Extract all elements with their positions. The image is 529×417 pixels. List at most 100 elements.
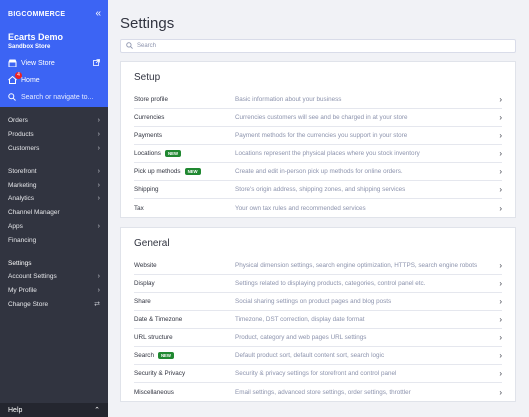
settings-row-url-structure[interactable]: URL structure Product, category and web p… bbox=[134, 329, 502, 347]
collapse-sidebar-icon[interactable]: « bbox=[95, 8, 101, 19]
sidebar-item-account-settings[interactable]: Account Settings › bbox=[8, 270, 100, 284]
row-description: Security & privacy settings for storefro… bbox=[235, 370, 397, 377]
sidebar-item-label: Customers bbox=[8, 144, 40, 152]
chevron-right-icon: › bbox=[97, 195, 100, 203]
settings-row-currencies[interactable]: Currencies Currencies customers will see … bbox=[134, 109, 502, 127]
sidebar-item-channel-manager[interactable]: Channel Manager bbox=[8, 206, 100, 220]
chevron-right-icon: › bbox=[97, 131, 100, 139]
sidebar-item-label: Settings bbox=[8, 259, 32, 267]
sidebar-nav: Orders › Products › Customers › Storefront ›… bbox=[0, 107, 108, 311]
row-label: URL structure bbox=[134, 334, 173, 341]
chevron-right-icon: › bbox=[97, 222, 100, 230]
chevron-right-icon: › bbox=[97, 273, 100, 281]
sidebar-item-label: Channel Manager bbox=[8, 209, 60, 217]
settings-row-payments[interactable]: Payments Payment methods for the currenci… bbox=[134, 127, 502, 145]
row-description: Physical dimension settings, search engi… bbox=[235, 262, 478, 269]
brand-logo[interactable]: BIGCOMMERCE bbox=[8, 7, 100, 21]
sidebar-item-financing[interactable]: Financing bbox=[8, 233, 100, 247]
main-content: Settings Search Setup Store profile Basic… bbox=[108, 0, 529, 417]
row-label: Search bbox=[134, 352, 154, 359]
row-label: Date & Timezone bbox=[134, 316, 183, 323]
sidebar-item-marketing[interactable]: Marketing › bbox=[8, 178, 100, 192]
row-description: Timezone, DST correction, display date f… bbox=[235, 316, 365, 323]
settings-row-store-profile[interactable]: Store profile Basic information about you… bbox=[134, 91, 502, 109]
sidebar-search[interactable]: Search or navigate to... bbox=[8, 93, 100, 101]
row-description: Store's origin address, shipping zones, … bbox=[235, 186, 406, 193]
settings-row-miscellaneous[interactable]: Miscellaneous Email settings, advanced st… bbox=[134, 383, 502, 401]
sidebar-item-orders[interactable]: Orders › bbox=[8, 114, 100, 128]
settings-row-security-privacy[interactable]: Security & Privacy Security & privacy set… bbox=[134, 365, 502, 383]
row-label: Currencies bbox=[134, 114, 165, 121]
row-description: Payment methods for the currencies you s… bbox=[235, 132, 408, 139]
chevron-right-icon: › bbox=[499, 315, 502, 324]
row-label: Display bbox=[134, 280, 155, 287]
sidebar-item-label: Change Store bbox=[8, 300, 49, 308]
home-link[interactable]: 4 Home bbox=[8, 72, 100, 84]
settings-row-pick-up-methods[interactable]: Pick up methods NEW Create and edit in-per… bbox=[134, 163, 502, 181]
row-label: Payments bbox=[134, 132, 162, 139]
page-title: Settings bbox=[120, 15, 175, 32]
new-badge: NEW bbox=[164, 150, 181, 157]
chevron-right-icon: › bbox=[499, 351, 502, 360]
row-label: Pick up methods bbox=[134, 168, 181, 175]
sidebar-header: BIGCOMMERCE « Ecarts Demo Sandbox Store … bbox=[0, 0, 108, 107]
help-button[interactable]: Help ⌃ bbox=[0, 403, 108, 417]
row-label: Website bbox=[134, 262, 157, 269]
sidebar-item-label: Marketing bbox=[8, 181, 37, 189]
view-store-label: View Store bbox=[21, 59, 55, 67]
brand-logo-text: BIGCOMMERCE bbox=[8, 10, 66, 18]
chevron-right-icon: › bbox=[499, 185, 502, 194]
general-card: General Website Physical dimension settin… bbox=[120, 227, 516, 402]
section-title: General bbox=[134, 238, 170, 249]
chevron-right-icon: › bbox=[97, 117, 100, 125]
settings-row-display[interactable]: Display Settings related to displaying pr… bbox=[134, 275, 502, 293]
row-description: Locations represent the physical places … bbox=[235, 150, 420, 157]
switch-arrows-icon: ⇄ bbox=[94, 301, 100, 309]
search-icon bbox=[126, 41, 133, 51]
row-label: Tax bbox=[134, 204, 144, 212]
setup-card: Setup Store profile Basic information abo… bbox=[120, 61, 516, 218]
sidebar-item-products[interactable]: Products › bbox=[8, 128, 100, 142]
sidebar-item-my-profile[interactable]: My Profile › bbox=[8, 284, 100, 298]
chevron-right-icon: › bbox=[499, 297, 502, 306]
row-description: Settings related to displaying products,… bbox=[235, 280, 426, 287]
sidebar-item-analytics[interactable]: Analytics › bbox=[8, 192, 100, 206]
sidebar-item-label: Apps bbox=[8, 222, 23, 230]
new-badge: NEW bbox=[157, 352, 174, 359]
chevron-right-icon: › bbox=[499, 369, 502, 378]
sidebar-item-label: Financing bbox=[8, 236, 37, 244]
row-description: Currencies customers will see and be cha… bbox=[235, 114, 408, 121]
sidebar-item-label: Products bbox=[8, 131, 34, 139]
chevron-right-icon: › bbox=[97, 144, 100, 152]
chevron-right-icon: › bbox=[97, 181, 100, 189]
row-label: Share bbox=[134, 298, 151, 305]
chevron-right-icon: › bbox=[499, 131, 502, 140]
store-name: Ecarts Demo bbox=[8, 32, 64, 42]
sidebar-item-change-store[interactable]: Change Store ⇄ bbox=[8, 298, 100, 312]
help-label: Help bbox=[8, 406, 23, 414]
store-subtitle: Sandbox Store bbox=[8, 44, 51, 50]
home-label: Home bbox=[21, 76, 40, 84]
sidebar-item-apps[interactable]: Apps › bbox=[8, 220, 100, 234]
sidebar-search-placeholder: Search or navigate to... bbox=[21, 93, 94, 101]
sidebar-item-settings[interactable]: Settings bbox=[8, 256, 100, 270]
settings-row-search[interactable]: Search NEW Default product sort, default c… bbox=[134, 347, 502, 365]
chevron-right-icon: › bbox=[499, 167, 502, 176]
settings-row-share[interactable]: Share Social sharing settings on product … bbox=[134, 293, 502, 311]
row-description: Basic information about your business bbox=[235, 96, 342, 103]
sidebar-item-label: Account Settings bbox=[8, 273, 57, 281]
settings-row-shipping[interactable]: Shipping Store's origin address, shipping… bbox=[134, 181, 502, 199]
row-description: Default product sort, default content so… bbox=[235, 352, 385, 359]
search-icon bbox=[8, 93, 17, 101]
notification-badge: 4 bbox=[15, 72, 22, 79]
view-store-link[interactable]: View Store bbox=[8, 59, 100, 67]
new-badge: NEW bbox=[184, 168, 201, 175]
settings-search-input[interactable]: Search bbox=[120, 39, 516, 53]
sidebar-item-label: Analytics bbox=[8, 195, 35, 203]
settings-row-locations[interactable]: Locations NEW Locations represent the phys… bbox=[134, 145, 502, 163]
sidebar-item-customers[interactable]: Customers › bbox=[8, 142, 100, 156]
settings-row-website[interactable]: Website Physical dimension settings, sear… bbox=[134, 257, 502, 275]
sidebar-item-storefront[interactable]: Storefront › bbox=[8, 164, 100, 178]
settings-row-date-timezone[interactable]: Date & Timezone Timezone, DST correction,… bbox=[134, 311, 502, 329]
settings-row-tax[interactable]: Tax Your own tax rules and recommended se… bbox=[134, 199, 502, 217]
